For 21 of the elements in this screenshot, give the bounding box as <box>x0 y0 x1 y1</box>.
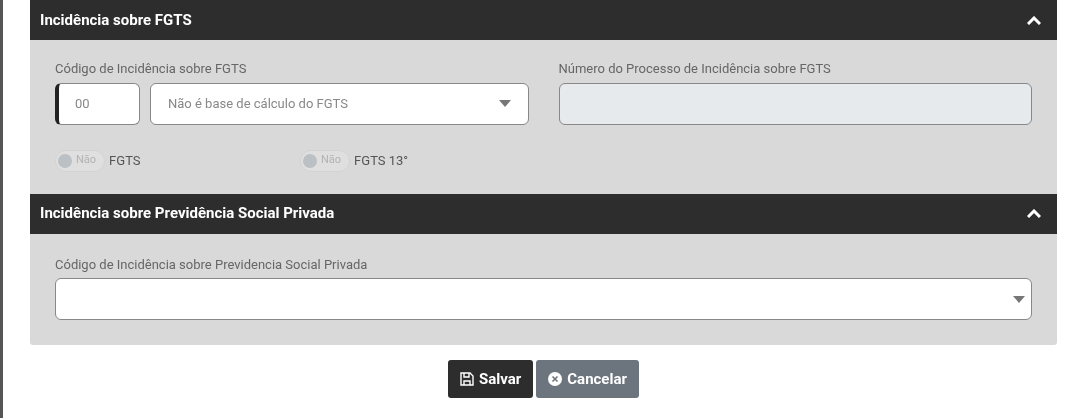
toggle-label: FGTS 13° <box>354 151 409 170</box>
toggle-knob <box>303 153 317 168</box>
toggle-label: FGTS <box>109 151 141 170</box>
close-icon <box>548 372 563 386</box>
section-header[interactable]: Incidência sobre Previdência Social Privada <box>30 193 1057 234</box>
dropdown-caret-icon <box>1013 295 1025 303</box>
private-pension-dropdown[interactable] <box>55 278 1032 320</box>
toggle-knob <box>58 153 72 168</box>
section-header[interactable]: Incidência sobre FGTS <box>30 0 1057 40</box>
dropdown-caret-icon <box>498 100 511 107</box>
section-title: Incidência sobre Previdência Social Privada <box>40 203 335 225</box>
field-label: Código de Incidência sobre Previdencia Social Privada <box>55 255 369 274</box>
field-label: Código de Incidência sobre FGTS <box>55 60 248 78</box>
field-label: Número do Processo de Incidência sobre FGTS <box>558 60 832 78</box>
chevron-up-icon <box>1027 15 1041 25</box>
code-field[interactable]: 00 <box>55 82 140 125</box>
section-title: Incidência sobre FGTS <box>40 9 192 31</box>
save-button[interactable]: Salvar <box>448 360 534 398</box>
cancel-button[interactable]: Cancelar <box>536 360 639 398</box>
chevron-up-icon <box>1027 209 1041 218</box>
incidence-dropdown[interactable]: Não é base de cálculo do FGTS <box>150 82 529 125</box>
